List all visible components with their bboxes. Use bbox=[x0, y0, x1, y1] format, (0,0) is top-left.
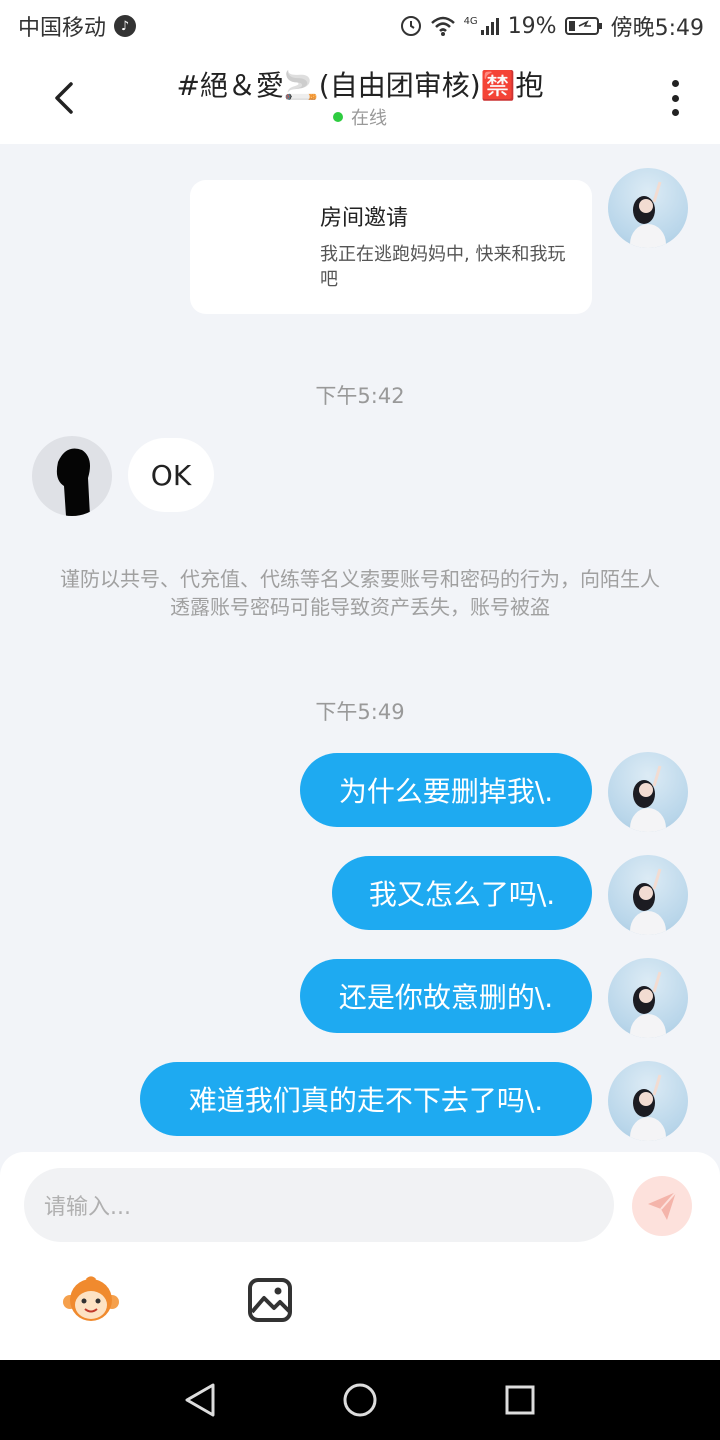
wifi-icon bbox=[430, 15, 456, 37]
room-invite-card[interactable]: 房间邀请 我正在逃跑妈妈中, 快来和我玩吧 bbox=[190, 180, 592, 314]
triangle-back-icon bbox=[185, 1383, 215, 1417]
message-input[interactable]: 请输入... bbox=[24, 1168, 614, 1242]
status-bar: 中国移动 ♪ 4G 19% 傍晚5:49 bbox=[0, 0, 720, 52]
carrier-label: 中国移动 bbox=[18, 16, 107, 41]
incoming-message[interactable]: OK bbox=[128, 438, 214, 512]
outgoing-message[interactable]: 难道我们真的走不下去了吗\. bbox=[140, 1062, 592, 1136]
nav-home-button[interactable] bbox=[338, 1378, 382, 1422]
system-nav-bar bbox=[0, 1360, 720, 1440]
network-label: 4G bbox=[463, 16, 478, 27]
nav-recents-button[interactable] bbox=[498, 1378, 542, 1422]
invite-title: 房间邀请 bbox=[320, 206, 409, 231]
alarm-icon bbox=[400, 15, 422, 37]
my-avatar[interactable] bbox=[608, 855, 688, 935]
square-recents-icon bbox=[505, 1385, 535, 1415]
input-placeholder: 请输入... bbox=[44, 1195, 131, 1220]
friend-avatar[interactable] bbox=[32, 436, 112, 516]
clock: 傍晚5:49 bbox=[610, 16, 704, 41]
send-button[interactable] bbox=[632, 1176, 692, 1236]
security-warning: 谨防以共号、代充值、代练等名义索要账号和密码的行为，向陌生人透露账号密码可能导致… bbox=[60, 567, 660, 619]
chat-title: #絕＆愛🚬(自由团审核)🈲抱 bbox=[176, 69, 544, 102]
invite-text: 我正在逃跑妈妈中, 快来和我玩吧 bbox=[320, 244, 566, 290]
my-avatar[interactable] bbox=[608, 168, 688, 248]
timestamp: 下午5:42 bbox=[315, 384, 405, 408]
paper-plane-icon bbox=[648, 1191, 677, 1220]
outgoing-message[interactable]: 还是你故意删的\. bbox=[300, 959, 592, 1033]
outgoing-message[interactable]: 我又怎么了吗\. bbox=[332, 856, 592, 930]
circle-home-icon bbox=[343, 1383, 377, 1417]
nav-back-button[interactable] bbox=[178, 1378, 222, 1422]
image-icon bbox=[248, 1278, 292, 1322]
online-status: 在线 bbox=[0, 104, 720, 130]
chat-header: #絕＆愛🚬(自由团审核)🈲抱 在线 bbox=[0, 52, 720, 144]
my-avatar[interactable] bbox=[608, 1061, 688, 1141]
emoji-button[interactable] bbox=[62, 1276, 120, 1324]
tiktok-icon: ♪ bbox=[114, 15, 137, 37]
signal-icon: 4G bbox=[464, 16, 500, 36]
battery-percent: 19% bbox=[507, 13, 557, 39]
more-button[interactable] bbox=[660, 76, 690, 120]
online-dot-icon bbox=[333, 112, 343, 122]
more-vertical-icon bbox=[671, 80, 679, 87]
my-avatar[interactable] bbox=[608, 752, 688, 832]
online-label: 在线 bbox=[351, 108, 387, 129]
outgoing-message[interactable]: 为什么要删掉我\. bbox=[300, 753, 592, 827]
timestamp: 下午5:49 bbox=[315, 700, 405, 724]
battery-icon bbox=[564, 16, 603, 36]
monkey-emoji-icon bbox=[63, 1276, 119, 1321]
input-panel: 请输入... bbox=[0, 1152, 720, 1360]
my-avatar[interactable] bbox=[608, 958, 688, 1038]
image-button[interactable] bbox=[246, 1276, 294, 1324]
